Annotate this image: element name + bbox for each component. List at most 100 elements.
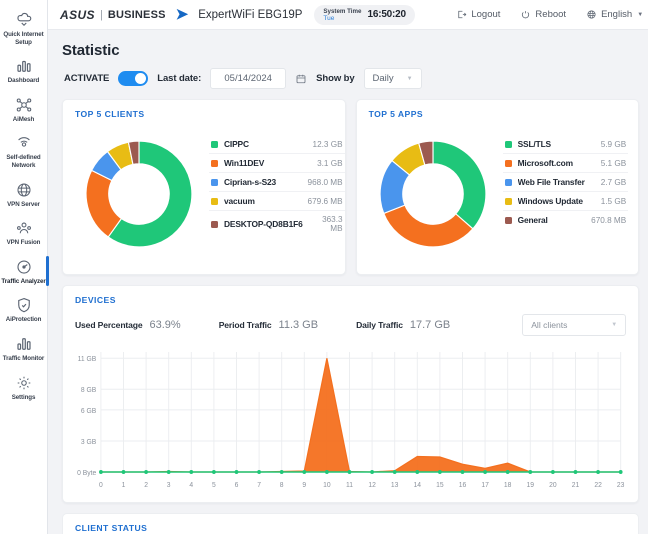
y-axis-tick-label: 0 Byte	[77, 470, 96, 477]
sidebar-item-traffic-analyzer[interactable]: Traffic Analyzer	[0, 253, 49, 290]
chart-data-point[interactable]	[325, 470, 329, 474]
x-axis-tick-label: 6	[235, 482, 239, 489]
legend-item[interactable]: General 670.8 MB	[502, 210, 629, 229]
network-icon	[15, 134, 33, 152]
x-axis-tick-label: 3	[167, 482, 171, 489]
chart-data-point[interactable]	[618, 470, 623, 474]
chart-data-point[interactable]	[483, 470, 487, 474]
last-date-input[interactable]: 05/14/2024	[210, 68, 287, 89]
main-area: ASUS | BUSINESS ➤ ExpertWiFi EBG19P Syst…	[48, 0, 648, 534]
top-apps-legend: SSL/TLS 5.9 GB Microsoft.com 5.1 GB Web …	[502, 126, 629, 229]
legend-item[interactable]: vacuum 679.6 MB	[209, 191, 345, 210]
sidebar-item-settings[interactable]: Settings	[0, 369, 48, 406]
logout-button[interactable]: Logout	[456, 9, 500, 20]
chart-data-point[interactable]	[505, 470, 510, 474]
sidebar-item-aimesh[interactable]: AiMesh	[0, 91, 48, 128]
legend-item[interactable]: DESKTOP-QD8B1F6 363.3 MB	[209, 210, 345, 237]
top-clients-title: TOP 5 CLIENTS	[75, 109, 145, 119]
brand-name: ASUS	[60, 7, 95, 22]
reboot-label: Reboot	[535, 9, 567, 20]
legend-item[interactable]: CIPPC 12.3 GB	[209, 135, 345, 153]
chart-data-point[interactable]	[415, 470, 420, 474]
legend-label: SSL/TLS	[517, 139, 552, 149]
legend-color-swatch	[211, 220, 218, 228]
chart-data-point[interactable]	[279, 470, 284, 474]
calendar-icon[interactable]	[295, 73, 307, 85]
sidebar-item-traffic-monitor[interactable]: Traffic Monitor	[0, 330, 48, 367]
legend-value: 968.0 MB	[307, 177, 343, 187]
x-axis-tick-label: 2	[144, 482, 148, 489]
chart-data-point[interactable]	[234, 470, 239, 474]
legend-label: Web File Transfer	[517, 177, 585, 187]
top-clients-legend: CIPPC 12.3 GB Win11DEV 3.1 GB Ciprian-s-…	[209, 126, 345, 237]
chevron-down-icon: ▼	[406, 75, 413, 82]
chart-data-point[interactable]	[257, 470, 261, 474]
x-axis-tick-label: 23	[617, 482, 625, 489]
legend-item[interactable]: Web File Transfer 2.7 GB	[502, 172, 629, 191]
chart-data-point[interactable]	[392, 470, 397, 474]
summary-cards: TOP 5 CLIENTS CIPPC 12.3 GB Win11DEV 3.1…	[58, 99, 643, 275]
legend-item[interactable]: SSL/TLS 5.9 GB	[503, 135, 629, 153]
sidebar-item-label: VPN Fusion	[6, 239, 41, 247]
chart-data-point[interactable]	[460, 470, 465, 474]
chart-data-point[interactable]	[121, 470, 126, 474]
chart-data-point[interactable]	[144, 470, 148, 474]
legend-value: 5.1 GB	[600, 158, 627, 168]
chart-data-point[interactable]	[166, 470, 171, 474]
x-axis-tick-label: 7	[257, 482, 261, 489]
sidebar-item-label: Dashboard	[7, 77, 40, 85]
traffic-chart[interactable]: 0 Byte3 GB6 GB8 GB11 GB0 1 2 3 4 5 6 7 8 9 10 11 12 1…	[69, 346, 628, 494]
chart-data-point[interactable]	[347, 470, 352, 474]
daily-traffic-value: 17.7 GB	[409, 319, 451, 331]
y-axis-tick-label: 3 GB	[81, 439, 97, 446]
y-axis-tick-label: 6 GB	[81, 408, 97, 415]
legend-color-swatch	[211, 178, 218, 186]
used-percentage-value: 63.9%	[149, 319, 181, 331]
show-by-select[interactable]: Daily ▼	[363, 68, 422, 89]
reboot-button[interactable]: Reboot	[520, 9, 566, 20]
legend-item[interactable]: Win11DEV 3.1 GB	[209, 153, 345, 172]
chart-data-point[interactable]	[596, 470, 600, 474]
sidebar-item-quick-internet-setup[interactable]: Quick Internet Setup	[0, 6, 48, 50]
legend-item[interactable]: Ciprian-s-S23 968.0 MB	[209, 172, 345, 191]
chart-data-point[interactable]	[189, 470, 194, 474]
chart-data-point[interactable]	[99, 470, 103, 474]
used-percentage-label: Used Percentage	[75, 320, 143, 330]
sidebar-item-label: Traffic Analyzer	[1, 277, 46, 285]
vpn-fusion-icon	[15, 219, 33, 237]
period-traffic-stat: Period Traffic 11.3 GB	[219, 319, 318, 331]
chart-data-point[interactable]	[528, 470, 533, 474]
sidebar-item-vpn-fusion[interactable]: VPN Fusion	[0, 214, 48, 251]
legend-color-swatch	[211, 140, 218, 148]
sidebar-item-aiprotection[interactable]: AiProtection	[0, 291, 48, 328]
sidebar-item-vpn-server[interactable]: VPN Server	[0, 176, 48, 213]
client-filter-select[interactable]: All clients ▼	[522, 314, 627, 336]
legend-color-swatch	[211, 197, 218, 205]
chart-data-point[interactable]	[551, 470, 555, 474]
sidebar-item-dashboard[interactable]: Dashboard	[0, 52, 48, 89]
legend-label: Microsoft.com	[517, 158, 573, 168]
donut-slice[interactable]	[432, 140, 487, 230]
legend-item[interactable]: Microsoft.com 5.1 GB	[502, 153, 629, 172]
traffic-analyzer-icon	[15, 258, 33, 276]
dashboard-icon	[15, 57, 33, 75]
chart-data-point[interactable]	[212, 470, 216, 474]
legend-item[interactable]: Windows Update 1.5 GB	[502, 191, 629, 210]
x-axis-tick-label: 17	[481, 482, 489, 489]
legend-label: Windows Update	[517, 196, 583, 206]
legend-color-swatch	[504, 159, 512, 167]
chart-data-point[interactable]	[438, 470, 442, 474]
activate-toggle[interactable]	[118, 71, 149, 86]
language-selector[interactable]: English ▼	[586, 9, 643, 20]
controls-row: ACTIVATE Last date: 05/14/2024 Show by D…	[58, 68, 643, 99]
legend-color-swatch	[504, 140, 512, 148]
show-by-label: Show by	[316, 73, 355, 84]
chart-data-point[interactable]	[302, 470, 307, 474]
chart-data-point[interactable]	[370, 470, 374, 474]
x-axis-tick-label: 11	[346, 482, 353, 489]
period-traffic-value: 11.3 GB	[278, 319, 319, 331]
aimesh-icon	[15, 96, 33, 114]
sidebar-item-self-defined-network[interactable]: Self-defined Network	[0, 129, 48, 173]
devices-card: DEVICES Used Percentage 63.9% Period Tra…	[62, 285, 640, 503]
chart-data-point[interactable]	[573, 470, 578, 474]
